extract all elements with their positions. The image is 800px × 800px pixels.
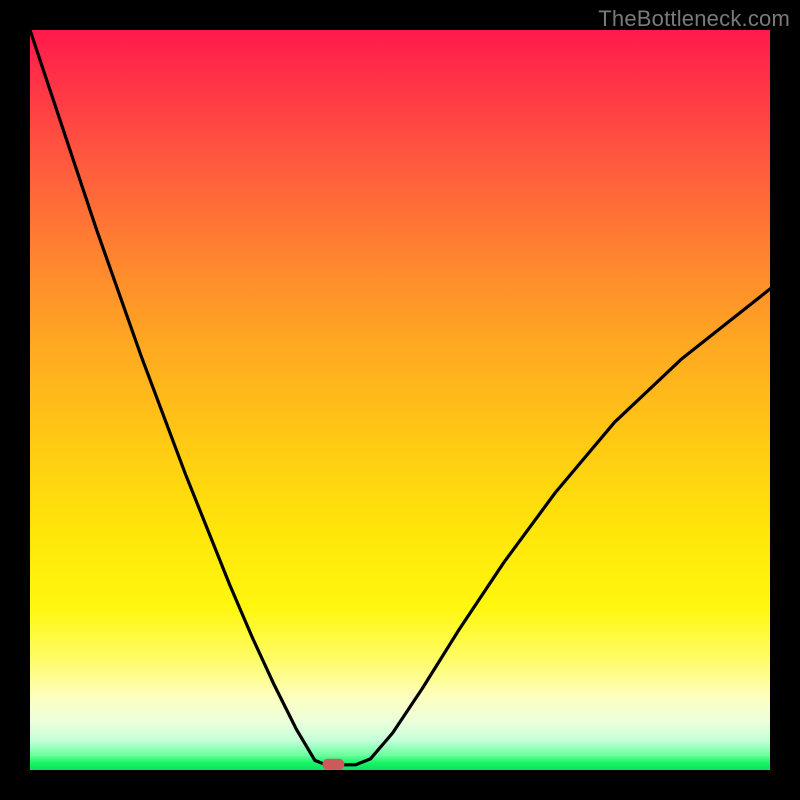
chart-frame: TheBottleneck.com bbox=[0, 0, 800, 800]
min-marker bbox=[322, 759, 344, 770]
chart-svg bbox=[30, 30, 770, 770]
plot-area bbox=[30, 30, 770, 770]
watermark-text: TheBottleneck.com bbox=[598, 6, 790, 32]
bottleneck-curve bbox=[30, 30, 770, 765]
